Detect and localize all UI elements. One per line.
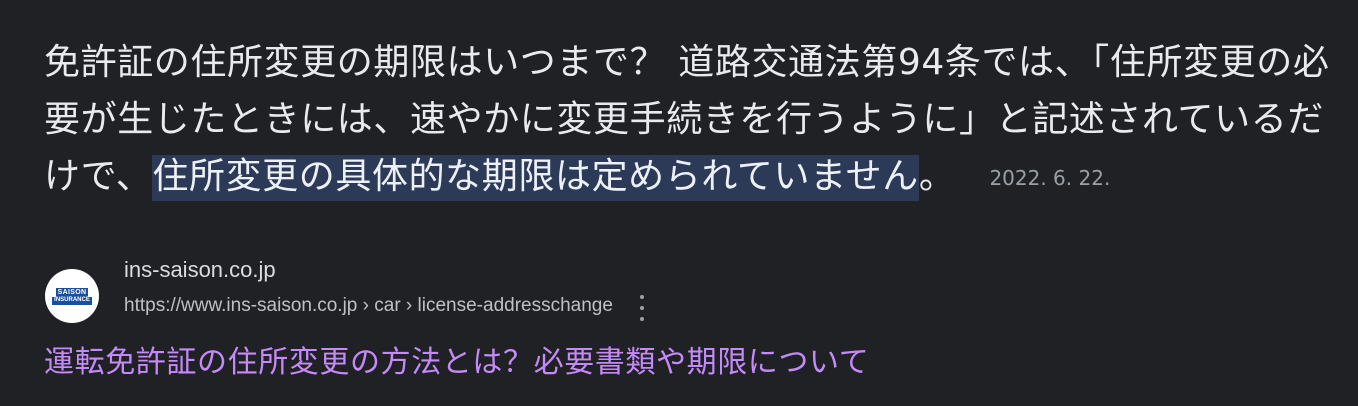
result-title-link[interactable]: 運転免許証の住所変更の方法とは？必要書類や期限について [44,341,869,385]
source-text: ins-saison.co.jp https://www.ins-saison.… [124,257,647,321]
dot [639,317,644,321]
dot [639,306,644,310]
site-url[interactable]: https://www.ins-saison.co.jp › car › lic… [124,294,613,318]
result-source[interactable]: SAISON INSURANCE ins-saison.co.jp https:… [45,257,647,324]
snippet-text-end: 。 [918,156,956,197]
snippet-date: 2022. 6. 22. [989,166,1111,190]
site-url-row: https://www.ins-saison.co.jp › car › lic… [124,291,647,321]
logo-line2: INSURANCE [52,296,92,305]
dot [639,295,644,299]
vertical-dots-icon[interactable] [637,295,647,321]
featured-snippet: 免許証の住所変更の期限はいつまで？ 道路交通法第94条では、「住所変更の必要が生… [44,34,1334,207]
saison-logo-icon: SAISON INSURANCE [45,269,99,323]
logo-line1: SAISON [55,287,89,297]
snippet-highlight: 住所変更の具体的な期限は定められていません [152,155,919,201]
site-name[interactable]: ins-saison.co.jp [124,257,647,283]
